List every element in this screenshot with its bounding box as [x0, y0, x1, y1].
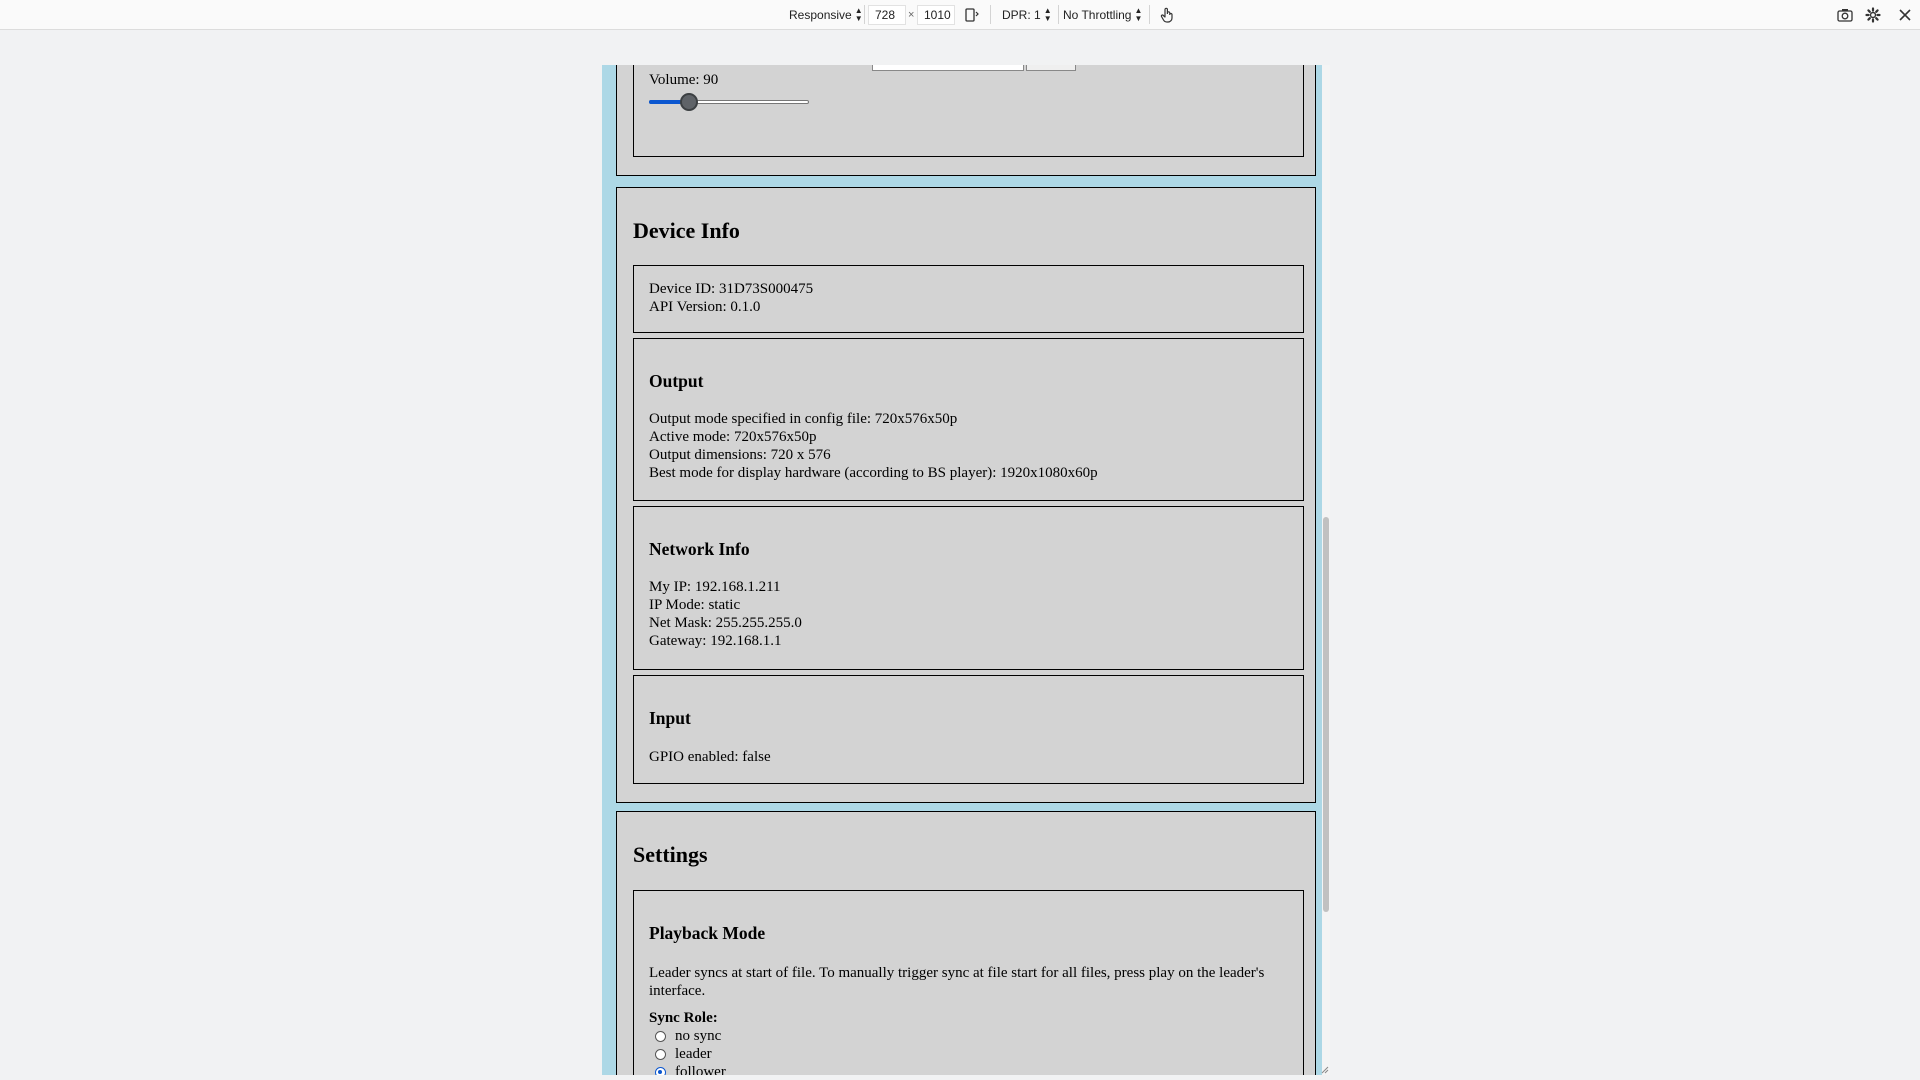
select-arrows-icon: ▲ ▼ — [1134, 5, 1143, 23]
throttling-select[interactable]: No Throttling ▲ ▼ — [1063, 0, 1142, 29]
volume-label: Volume: 90 — [649, 72, 719, 88]
network-info-heading: Network Info — [649, 539, 750, 559]
device-id-text: Device ID: 31D73S000475 — [649, 281, 814, 297]
output-dimensions-text: Output dimensions: 720 x 576 — [649, 447, 831, 463]
api-version-text: API Version: 0.1.0 — [649, 299, 761, 315]
ip-mode-text: IP Mode: static — [649, 597, 741, 613]
player-controls-section: Volume: 90 — [616, 65, 1316, 176]
network-info-card: Network Info My IP: 192.168.1.211 IP Mod… — [633, 506, 1304, 670]
select-arrows-icon: ▲ ▼ — [854, 5, 863, 23]
toolbar-divider — [1058, 5, 1059, 24]
gpio-enabled-text: GPIO enabled: false — [649, 749, 771, 765]
screenshot-icon[interactable] — [1835, 5, 1855, 25]
scrollbar-thumb[interactable] — [1323, 517, 1329, 912]
settings-heading: Settings — [633, 842, 708, 867]
responsive-viewport: Volume: 90 Device Info Device ID: 31D73S… — [602, 65, 1330, 1075]
output-config-mode-text: Output mode specified in config file: 72… — [649, 411, 958, 427]
toolbar-divider — [1149, 5, 1150, 24]
device-select[interactable]: Responsive ▲ ▼ — [789, 0, 863, 29]
viewport-height-input[interactable]: 1010 — [917, 4, 955, 25]
radio-button[interactable] — [655, 1030, 666, 1042]
playback-mode-card: Playback Mode Leader syncs at start of f… — [633, 890, 1304, 1075]
viewport-scrollbar[interactable] — [1322, 65, 1330, 1075]
output-card: Output Output mode specified in config f… — [633, 338, 1304, 501]
playback-mode-heading: Playback Mode — [649, 923, 766, 943]
sync-role-option-leader[interactable]: leader — [655, 1045, 712, 1063]
volume-slider[interactable] — [649, 92, 812, 112]
playback-mode-description: Leader syncs at start of file. To manual… — [649, 965, 1265, 999]
output-heading: Output — [649, 371, 704, 391]
dpr-select-label: DPR: 1 — [1002, 7, 1041, 22]
dpr-select[interactable]: DPR: 1 ▲ ▼ — [1002, 0, 1052, 29]
device-info-heading: Device Info — [633, 218, 740, 243]
rotate-icon[interactable] — [962, 5, 982, 25]
sync-role-option-follower[interactable]: follower — [655, 1063, 726, 1075]
input-card: Input GPIO enabled: false — [633, 675, 1304, 784]
devtools-responsive-toolbar: Responsive ▲ ▼ 728 × 1010 DPR: 1 ▲ ▼ No Th… — [0, 0, 1920, 30]
sync-role-option-no-sync[interactable]: no sync — [655, 1027, 721, 1045]
settings-gear-icon[interactable] — [1863, 5, 1883, 25]
throttling-select-label: No Throttling — [1063, 7, 1132, 22]
touch-simulation-icon[interactable] — [1157, 5, 1177, 25]
player-controls-card: Volume: 90 — [633, 65, 1304, 157]
dimension-separator: × — [908, 8, 915, 21]
close-icon[interactable] — [1895, 5, 1915, 25]
volume-slider-thumb[interactable] — [680, 93, 699, 111]
sync-role-label: Sync Role: — [649, 1010, 718, 1026]
input-heading: Input — [649, 708, 691, 728]
viewport-width-input[interactable]: 728 — [868, 4, 906, 25]
partial-text-input[interactable] — [872, 65, 1024, 71]
device-info-section: Device Info Device ID: 31D73S000475 API … — [616, 187, 1316, 803]
resize-grip-icon[interactable] — [1319, 1064, 1329, 1074]
radio-button[interactable] — [655, 1066, 666, 1075]
toolbar-divider — [990, 5, 991, 24]
device-select-label: Responsive — [789, 7, 852, 22]
my-ip-text: My IP: 192.168.1.211 — [649, 579, 781, 595]
net-mask-text: Net Mask: 255.255.255.0 — [649, 615, 802, 631]
gateway-text: Gateway: 192.168.1.1 — [649, 633, 782, 649]
output-active-mode-text: Active mode: 720x576x50p — [649, 429, 817, 445]
settings-section: Settings Playback Mode Leader syncs at s… — [616, 811, 1316, 1075]
output-best-mode-text: Best mode for display hardware (accordin… — [649, 465, 1098, 481]
select-arrows-icon: ▲ ▼ — [1043, 5, 1052, 23]
partial-button[interactable] — [1026, 65, 1076, 71]
toolbar-divider — [864, 5, 865, 24]
radio-button[interactable] — [655, 1048, 666, 1060]
device-general-card: Device ID: 31D73S000475 API Version: 0.1… — [633, 265, 1304, 333]
